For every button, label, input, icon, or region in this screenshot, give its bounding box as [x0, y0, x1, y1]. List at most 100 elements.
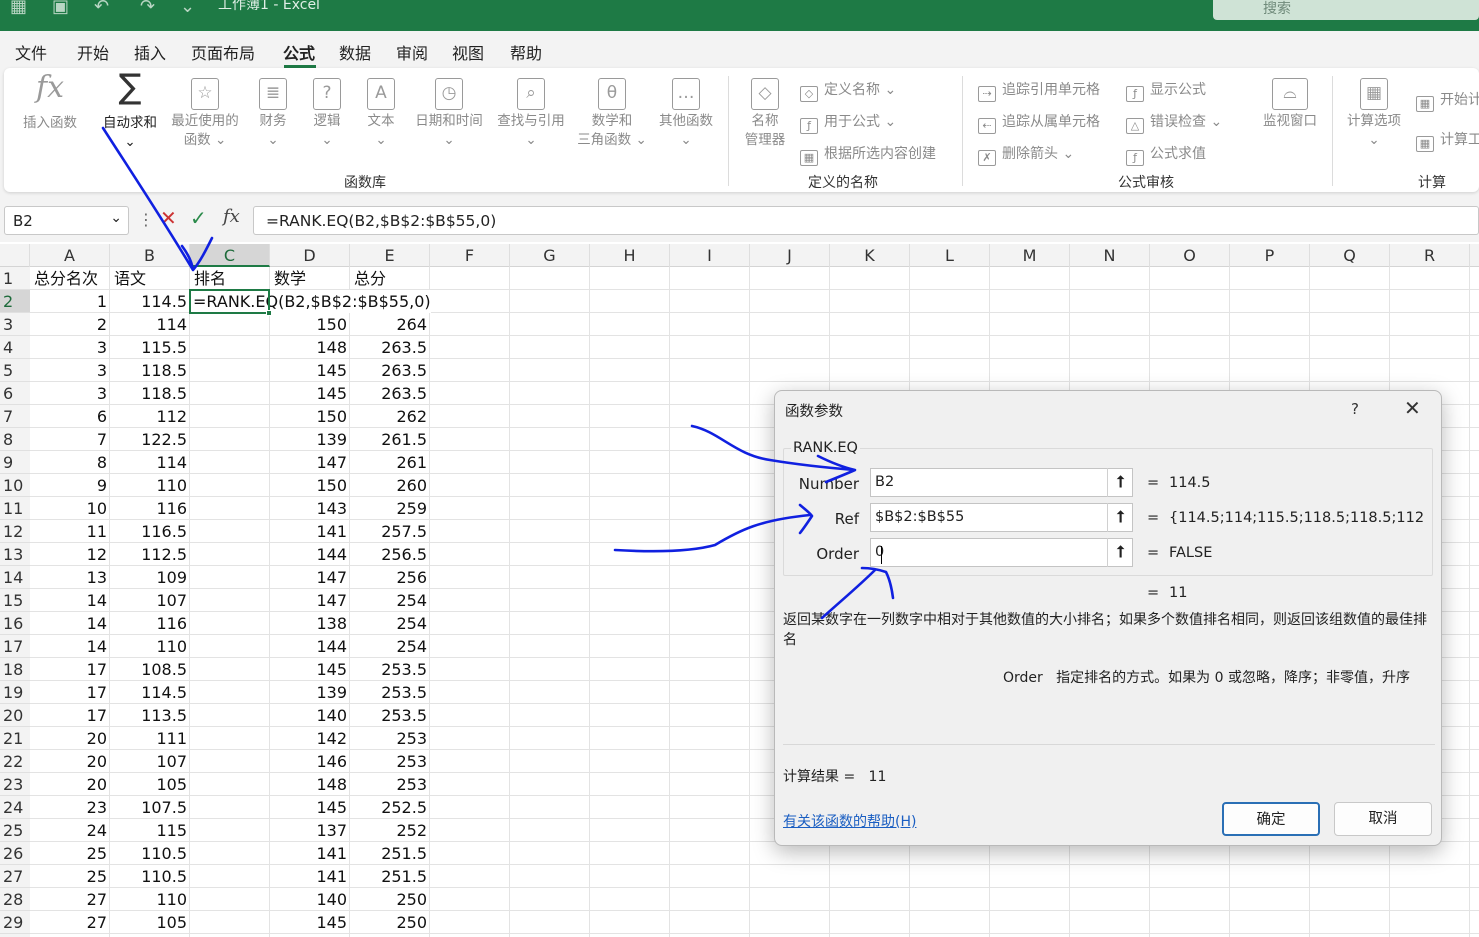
header-cell[interactable]: 数学 [274, 267, 306, 290]
table-cell[interactable]: 118.5 [110, 382, 190, 405]
table-cell[interactable]: 116 [110, 612, 190, 635]
table-cell[interactable]: 253.5 [350, 704, 430, 727]
table-cell[interactable]: 150 [270, 474, 350, 497]
row-header[interactable]: 25 [0, 819, 30, 842]
formula-input[interactable]: =RANK.EQ(B2,$B$2:$B$55,0) [253, 206, 1479, 235]
table-cell[interactable]: 17 [30, 658, 110, 681]
table-cell[interactable]: 141 [270, 865, 350, 888]
column-header-i[interactable]: I [670, 244, 750, 267]
table-cell[interactable]: 139 [270, 681, 350, 704]
table-cell[interactable]: 122.5 [110, 428, 190, 451]
math-trig-button[interactable]: θ 数学和 三角函数 ⌄ [574, 78, 650, 150]
table-cell[interactable]: 140 [270, 704, 350, 727]
header-cell[interactable]: 排名 [194, 267, 226, 290]
table-cell[interactable]: 17 [30, 704, 110, 727]
table-cell[interactable]: 115 [110, 819, 190, 842]
table-cell[interactable]: 1 [30, 290, 110, 313]
column-header-f[interactable]: F [430, 244, 510, 267]
collapse-dialog-icon[interactable]: ⭡ [1107, 468, 1133, 497]
search-box[interactable]: 搜索 [1213, 0, 1479, 20]
table-cell[interactable]: 148 [270, 773, 350, 796]
table-cell[interactable]: 141 [270, 520, 350, 543]
cancel-entry-icon[interactable]: ✕ [160, 206, 177, 230]
table-cell[interactable]: 253 [350, 750, 430, 773]
define-name-button[interactable]: ◇ 定义名称 ⌄ [800, 79, 896, 102]
logical-button[interactable]: ? 逻辑 ⌄ [306, 78, 348, 150]
trace-dependents-button[interactable]: ⇠ 追踪从属单元格 [978, 111, 1100, 134]
row-header[interactable]: 1 [0, 267, 30, 290]
error-check-button[interactable]: △ 错误检查 ⌄ [1126, 111, 1222, 134]
number-input[interactable]: B2 [870, 468, 1133, 497]
financial-button[interactable]: ≣ 财务 ⌄ [252, 78, 294, 150]
table-cell[interactable]: 261.5 [350, 428, 430, 451]
table-cell[interactable]: 261 [350, 451, 430, 474]
tab-review[interactable]: 审阅 [396, 40, 428, 64]
row-header[interactable]: 20 [0, 704, 30, 727]
table-cell[interactable]: 142 [270, 727, 350, 750]
recently-used-button[interactable]: ☆ 最近使用的 函数 ⌄ [165, 78, 245, 150]
table-cell[interactable]: 107.5 [110, 796, 190, 819]
cancel-button[interactable]: 取消 [1334, 802, 1432, 836]
table-cell[interactable]: 253.5 [350, 681, 430, 704]
table-cell[interactable]: 145 [270, 796, 350, 819]
table-cell[interactable]: 2 [30, 313, 110, 336]
table-cell[interactable]: 252.5 [350, 796, 430, 819]
trace-precedents-button[interactable]: ⇢ 追踪引用单元格 [978, 79, 1100, 102]
table-cell[interactable]: 8 [30, 451, 110, 474]
column-header-a[interactable]: A [30, 244, 110, 267]
table-cell[interactable]: 9 [30, 474, 110, 497]
more-functions-button[interactable]: … 其他函数 ⌄ [654, 78, 718, 150]
column-header-r[interactable]: R [1390, 244, 1470, 267]
table-cell[interactable]: 150 [270, 405, 350, 428]
table-cell[interactable]: 20 [30, 773, 110, 796]
table-cell[interactable]: 110 [110, 888, 190, 911]
table-cell[interactable]: 144 [270, 543, 350, 566]
show-formulas-button[interactable]: ƒ 显示公式 [1126, 79, 1206, 102]
tab-page-layout[interactable]: 页面布局 [191, 40, 255, 64]
row-header[interactable]: 16 [0, 612, 30, 635]
table-cell[interactable]: 111 [110, 727, 190, 750]
tab-data[interactable]: 数据 [339, 40, 371, 64]
column-header-n[interactable]: N [1070, 244, 1150, 267]
confirm-entry-icon[interactable]: ✓ [190, 206, 207, 230]
row-header[interactable]: 17 [0, 635, 30, 658]
column-header-c[interactable]: C [190, 244, 270, 267]
table-cell[interactable]: 147 [270, 566, 350, 589]
table-cell[interactable]: 260 [350, 474, 430, 497]
select-all-corner[interactable] [0, 244, 30, 267]
table-cell[interactable]: 145 [270, 658, 350, 681]
help-icon[interactable]: ? [1351, 400, 1359, 418]
table-cell[interactable]: 264 [350, 313, 430, 336]
table-cell[interactable]: 147 [270, 451, 350, 474]
row-header[interactable]: 24 [0, 796, 30, 819]
table-cell[interactable]: 110.5 [110, 842, 190, 865]
undo-icon[interactable]: ↶ [94, 0, 109, 17]
table-cell[interactable]: 145 [270, 911, 350, 934]
table-cell[interactable]: 253 [350, 773, 430, 796]
close-icon[interactable]: ✕ [1404, 396, 1421, 420]
table-cell[interactable]: 250 [350, 888, 430, 911]
function-help-link[interactable]: 有关该函数的帮助(H) [783, 811, 916, 831]
column-header-e[interactable]: E [350, 244, 430, 267]
table-cell[interactable]: 145 [270, 359, 350, 382]
chevron-down-icon[interactable]: ⌄ [110, 210, 122, 226]
evaluate-formula-button[interactable]: ƒ 公式求值 [1126, 143, 1206, 166]
table-cell[interactable]: 107 [110, 750, 190, 773]
name-box[interactable]: B2 ⌄ [4, 206, 129, 235]
table-cell[interactable]: 10 [30, 497, 110, 520]
row-header[interactable]: 8 [0, 428, 30, 451]
autosum-button[interactable]: ∑ 自动求和 ⌄ [98, 70, 162, 152]
table-cell[interactable]: 14 [30, 589, 110, 612]
table-cell[interactable]: 263.5 [350, 336, 430, 359]
tab-home[interactable]: 开始 [77, 40, 109, 64]
row-header[interactable]: 11 [0, 497, 30, 520]
name-manager-button[interactable]: ◇ 名称 管理器 [740, 78, 790, 150]
row-header[interactable]: 7 [0, 405, 30, 428]
row-header[interactable]: 18 [0, 658, 30, 681]
table-cell[interactable]: 143 [270, 497, 350, 520]
ref-input[interactable]: $B$2:$B$55 [870, 503, 1133, 532]
table-cell[interactable]: 14 [30, 612, 110, 635]
row-header[interactable]: 2 [0, 290, 30, 313]
table-cell[interactable]: 23 [30, 796, 110, 819]
collapse-dialog-icon[interactable]: ⭡ [1107, 503, 1133, 532]
